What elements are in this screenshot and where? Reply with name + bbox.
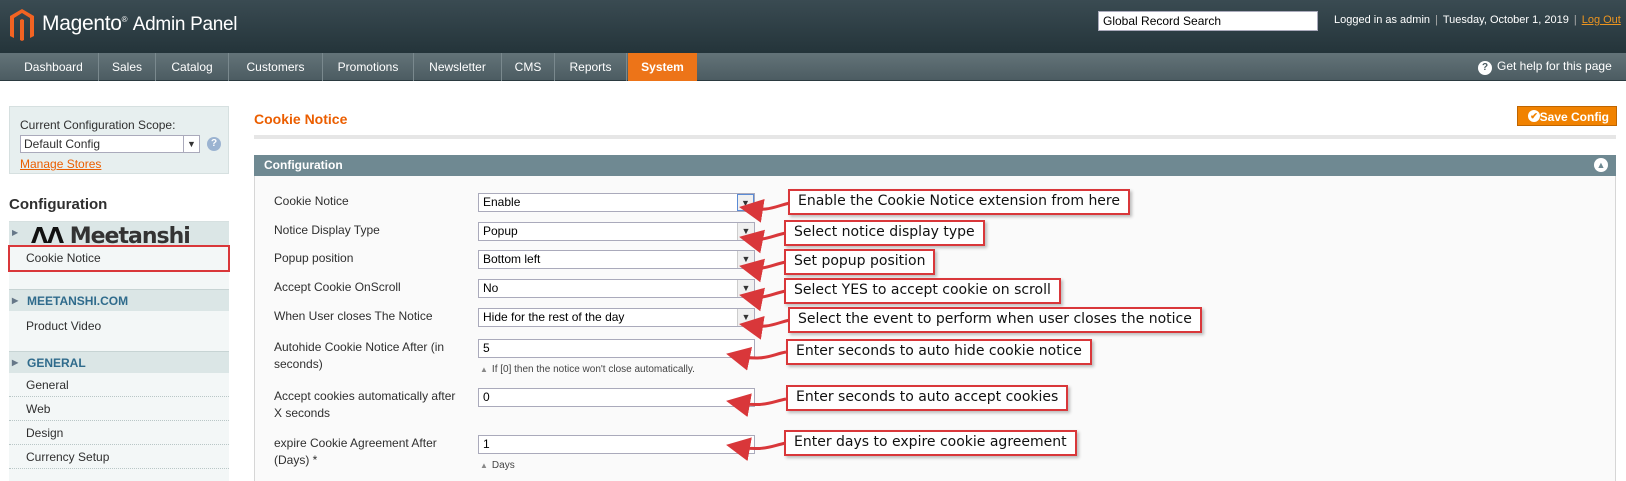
arrow-6 [726,346,787,371]
arrow-1 [739,198,791,223]
admin-page: Magento® Admin Panel Global Record Searc… [0,0,1626,481]
callout-display-type: Select notice display type [784,220,985,246]
callout-accept-onscroll: Select YES to accept cookie on scroll [784,278,1061,304]
arrow-2 [739,229,787,254]
arrow-7 [726,393,787,418]
arrow-4 [739,287,787,312]
arrow-8 [726,437,787,462]
callout-auto-accept: Enter seconds to auto accept cookies [786,385,1069,411]
callout-autohide: Enter seconds to auto hide cookie notice [786,339,1092,365]
callout-user-closes: Select the event to perform when user cl… [788,307,1202,333]
callout-enable: Enable the Cookie Notice extension from … [788,189,1130,215]
arrow-5 [739,315,791,340]
callout-popup-position: Set popup position [784,249,936,275]
callout-expire-days: Enter days to expire cookie agreement [784,430,1077,456]
arrow-3 [739,258,787,283]
